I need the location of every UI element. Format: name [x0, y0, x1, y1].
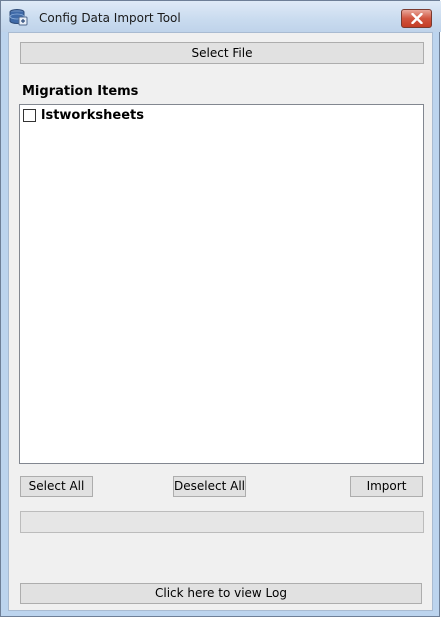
close-button[interactable]	[401, 9, 432, 28]
app-window: Config Data Import Tool Select File Migr…	[0, 0, 441, 617]
title-bar[interactable]: Config Data Import Tool	[1, 1, 441, 32]
client-area: Select File Migration Items lstworksheet…	[8, 32, 433, 611]
item-checkbox[interactable]	[23, 108, 36, 122]
close-icon	[411, 13, 423, 24]
migration-items-list[interactable]: lstworksheets	[19, 104, 424, 464]
import-button[interactable]: Import	[350, 476, 423, 497]
select-file-button[interactable]: Select File	[20, 42, 424, 64]
database-icon	[8, 8, 28, 26]
select-all-button[interactable]: Select All	[20, 476, 93, 497]
window-title: Config Data Import Tool	[39, 11, 181, 25]
migration-items-heading: Migration Items	[22, 84, 139, 99]
import-progress-bar	[20, 511, 424, 533]
deselect-all-button[interactable]: Deselect All	[173, 476, 246, 497]
list-item[interactable]: lstworksheets	[23, 107, 144, 123]
item-label: lstworksheets	[41, 107, 144, 123]
view-log-button[interactable]: Click here to view Log	[20, 583, 422, 604]
